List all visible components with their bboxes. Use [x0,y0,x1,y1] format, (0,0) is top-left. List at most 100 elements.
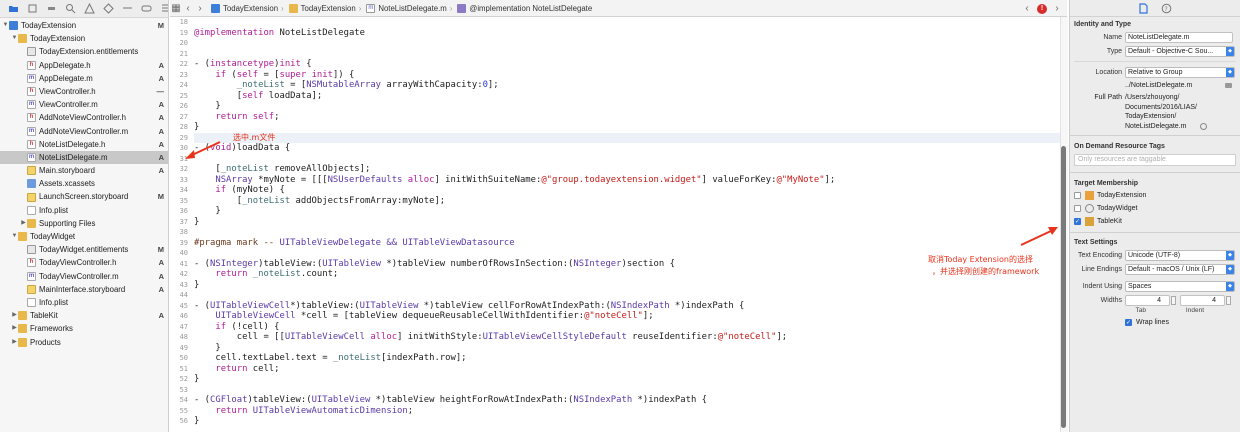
code-area[interactable]: @implementation NoteListDelegate - (inst… [194,17,1060,427]
forward-arrow-icon[interactable]: › [194,3,206,14]
code-line[interactable] [194,49,1060,60]
symbol-icon[interactable] [46,3,57,14]
wrap-lines-row[interactable]: ✓ Wrap lines [1070,316,1240,329]
folder-icon[interactable] [8,3,19,14]
disclosure-closed-icon[interactable]: ▶ [20,217,27,230]
navigator-item[interactable]: h AppDelegate.h A [0,59,168,72]
navigator-item[interactable]: h AddNoteViewController.h A [0,111,168,124]
editor-scrollbar-thumb[interactable] [1061,146,1066,428]
navigator-item[interactable]: ▶ Frameworks [0,322,168,335]
next-issue-icon[interactable]: › [1051,3,1063,14]
navigator-item[interactable]: ▼ TodayExtension [0,32,168,45]
stepper-icon[interactable] [1171,295,1176,305]
navigator-item[interactable]: m AppDelegate.m A [0,72,168,85]
breakpoint-icon[interactable] [141,3,152,14]
code-line[interactable]: if (!cell) { [194,322,1060,333]
related-items-icon[interactable]: ▦ [170,3,182,14]
back-arrow-icon[interactable]: ‹ [182,3,194,14]
navigator-item[interactable]: ▶ Products [0,336,168,349]
code-line[interactable]: return _noteList.count; [194,269,1060,280]
code-line[interactable]: NSArray *myNote = [[[NSUserDefaults allo… [194,175,1060,186]
odr-tags-field[interactable]: Only resources are taggable [1074,154,1236,167]
search-icon[interactable] [65,3,76,14]
code-line[interactable]: @implementation NoteListDelegate [194,28,1060,39]
code-line[interactable]: if (myNote) { [194,185,1060,196]
navigator-item[interactable]: Assets.xcassets [0,177,168,190]
code-line[interactable]: - (void)loadData { [194,143,1060,154]
navigator-item[interactable]: h TodayViewController.h A [0,256,168,269]
reveal-arrow-icon[interactable] [1200,123,1208,131]
code-line[interactable] [194,290,1060,301]
disclosure-closed-icon[interactable]: ▶ [11,309,18,322]
code-line[interactable] [194,17,1060,28]
debug-icon[interactable] [122,3,133,14]
code-line[interactable] [194,38,1060,49]
code-line[interactable]: } [194,122,1060,133]
code-line[interactable]: } [194,217,1060,228]
warning-icon[interactable] [84,3,95,14]
target-checkbox[interactable] [1074,192,1081,200]
navigator-item[interactable]: ▶ Supporting Files [0,217,168,230]
code-line[interactable]: #pragma mark -- UITableViewDelegate && U… [194,238,1060,249]
quick-help-icon[interactable]: ? [1161,3,1172,14]
code-line[interactable]: - (UITableViewCell*)tableView:(UITableVi… [194,301,1060,312]
navigator-item[interactable]: m TodayViewController.m A [0,270,168,283]
tab-width-field[interactable]: 4 [1125,294,1170,306]
code-line[interactable]: _noteList = [NSMutableArray arrayWithCap… [194,80,1060,91]
indent-width-field[interactable]: 4 [1180,294,1225,306]
navigator-item[interactable]: ▶ TableKit A [0,309,168,322]
breadcrumb-project[interactable]: TodayExtension › [211,3,284,13]
code-line[interactable]: } [194,280,1060,291]
target-checkbox[interactable]: ✓ [1074,218,1081,226]
disclosure-open-icon[interactable]: ▼ [2,19,9,32]
name-field[interactable]: NoteListDelegate.m [1125,31,1233,43]
encoding-select[interactable]: Unicode (UTF-8) ◆ [1125,249,1235,261]
code-line[interactable] [194,132,1060,143]
breadcrumb-file[interactable]: m NoteListDelegate.m › [366,3,452,13]
code-line[interactable]: return UITableViewAutomaticDimension; [194,406,1060,417]
type-select[interactable]: Default - Objective-C Sou... ◆ [1125,45,1235,57]
file-inspector-icon[interactable] [1138,2,1149,14]
target-membership-row[interactable]: TodayExtension [1070,189,1240,202]
breadcrumb-symbol[interactable]: @implementation NoteListDelegate [457,3,592,13]
breadcrumb-group[interactable]: TodayExtension › [288,3,361,13]
target-membership-row[interactable]: ✓ TableKit [1070,215,1240,228]
error-icon[interactable]: ! [1037,3,1047,14]
code-line[interactable]: [self loadData]; [194,91,1060,102]
code-line[interactable]: cell.textLabel.text = _noteList[indexPat… [194,353,1060,364]
code-line[interactable]: [_noteList removeAllObjects]; [194,164,1060,175]
navigator-item[interactable]: Info.plist [0,296,168,309]
code-line[interactable] [194,385,1060,396]
code-line[interactable] [194,154,1060,165]
navigator-item[interactable]: TodayExtension.entitlements [0,45,168,58]
navigator-item[interactable]: MainInterface.storyboard A [0,283,168,296]
code-line[interactable]: return cell; [194,364,1060,375]
code-line[interactable]: [_noteList addObjectsFromArray:myNote]; [194,196,1060,207]
navigator-item[interactable]: h ViewController.h — [0,85,168,98]
disclosure-open-icon[interactable]: ▼ [11,32,18,45]
navigator-item[interactable]: Info.plist [0,204,168,217]
code-line[interactable]: - (CGFloat)tableView:(UITableView *)tabl… [194,395,1060,406]
navigator-item[interactable]: TodayWidget.entitlements M [0,243,168,256]
navigator-item[interactable]: LaunchScreen.storyboard M [0,190,168,203]
navigator-item[interactable]: m AddNoteViewController.m A [0,125,168,138]
folder-icon[interactable] [1225,82,1232,88]
code-line[interactable]: } [194,101,1060,112]
line-endings-select[interactable]: Default - macOS / Unix (LF) ◆ [1125,263,1235,275]
navigator-item[interactable]: m NoteListDelegate.m A [0,150,168,165]
wrap-lines-checkbox[interactable]: ✓ [1125,319,1132,327]
code-line[interactable]: - (instancetype)init { [194,59,1060,70]
code-line[interactable]: } [194,206,1060,217]
indent-using-select[interactable]: Spaces ◆ [1125,280,1235,292]
disclosure-open-icon[interactable]: ▼ [11,230,18,243]
code-line[interactable] [194,227,1060,238]
report-icon[interactable] [160,3,168,14]
target-membership-row[interactable]: TodayWidget [1070,202,1240,215]
source-control-icon[interactable] [27,3,38,14]
test-icon[interactable] [103,3,114,14]
navigator-item[interactable]: h NoteListDelegate.h A [0,138,168,151]
navigator-item[interactable]: ▼ TodayExtension M [0,19,168,32]
disclosure-closed-icon[interactable]: ▶ [11,322,18,335]
code-line[interactable]: cell = [[UITableViewCell alloc] initWith… [194,332,1060,343]
navigator-item[interactable]: Main.storyboard A [0,164,168,177]
